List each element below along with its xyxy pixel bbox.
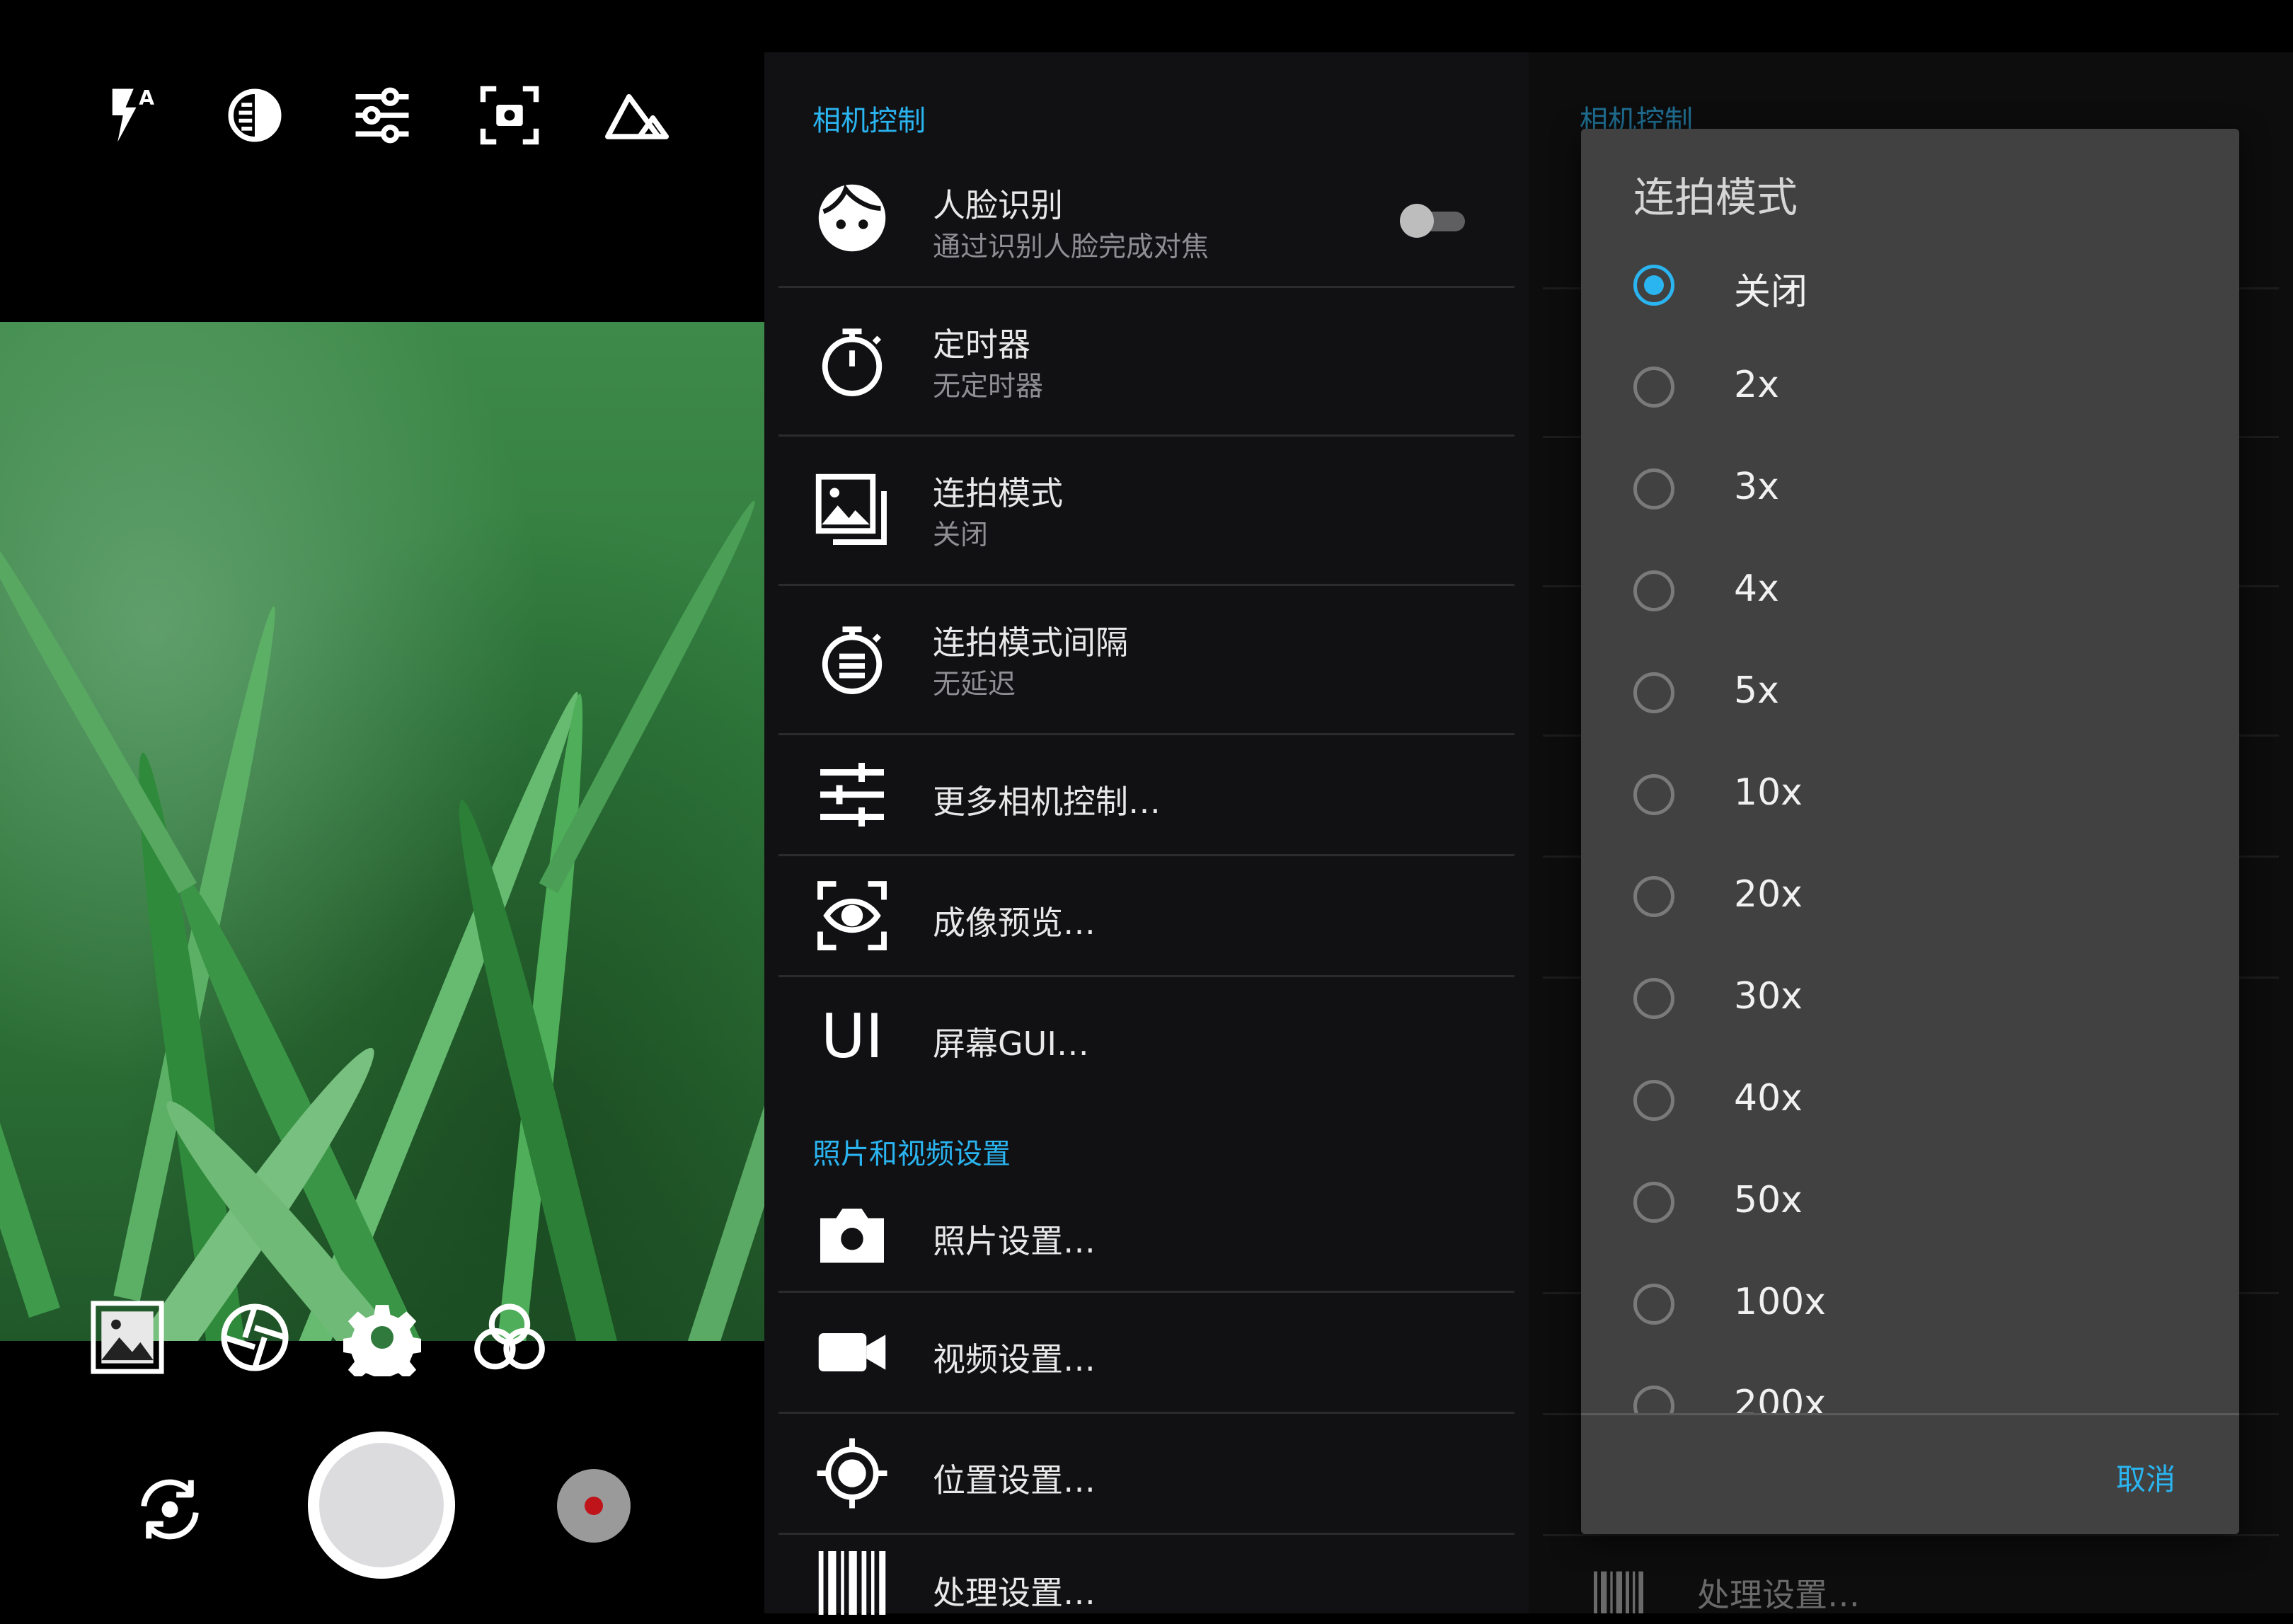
burst-option[interactable]: 20x	[1581, 846, 2239, 948]
setting-preview[interactable]: 成像预览…	[778, 856, 1515, 977]
burst-option[interactable]: 关闭	[1581, 235, 2239, 337]
setting-photo[interactable]: 照片设置…	[778, 1177, 1515, 1293]
burst-option-label: 4x	[1734, 568, 1779, 610]
burst-option-label: 20x	[1734, 873, 1803, 916]
burst-mode-dialog: 连拍模式 关闭 2x 3x 4x 5x 10x 20x 30x 40x 50x 100x 200x 取…	[1581, 129, 2239, 1534]
setting-location[interactable]: 位置设置…	[778, 1414, 1515, 1535]
setting-subtitle: 无延迟	[933, 669, 1016, 701]
burst-option[interactable]: 2x	[1581, 337, 2239, 439]
timer-icon	[814, 323, 890, 400]
burst-options-list[interactable]: 关闭 2x 3x 4x 5x 10x 20x 30x 40x 50x 100x 200x	[1581, 235, 2239, 1413]
radio-unselected-icon[interactable]	[1633, 774, 1674, 815]
face-icon	[814, 180, 890, 256]
shutter-button[interactable]	[308, 1432, 455, 1579]
adjust-sliders-icon[interactable]	[350, 83, 414, 147]
setting-title: 人脸识别	[933, 186, 1063, 224]
burst-option[interactable]: 3x	[1581, 439, 2239, 541]
dimmed-barcode-icon	[1587, 1567, 1650, 1613]
camera-viewfinder[interactable]	[0, 322, 764, 1341]
burst-option-label: 100x	[1734, 1281, 1827, 1323]
burst-icon	[814, 472, 890, 548]
shutter-aperture-icon[interactable]	[216, 1298, 294, 1376]
burst-interval-icon	[814, 621, 890, 698]
switch-camera-icon[interactable]	[131, 1470, 209, 1548]
radio-unselected-icon[interactable]	[1633, 367, 1674, 408]
setting-burst-mode[interactable]: 连拍模式 关闭	[778, 437, 1515, 586]
burst-option[interactable]: 5x	[1581, 643, 2239, 744]
setting-title: 屏幕GUI…	[933, 1025, 1089, 1063]
location-icon	[814, 1435, 890, 1511]
camera-icon	[814, 1196, 890, 1272]
radio-unselected-icon[interactable]	[1633, 876, 1674, 917]
setting-title: 照片设置…	[933, 1222, 1096, 1260]
dialog-divider	[1581, 1413, 2239, 1415]
setting-processing[interactable]: 处理设置…	[778, 1535, 1515, 1620]
setting-title: 位置设置…	[933, 1461, 1096, 1499]
setting-subtitle: 关闭	[933, 519, 989, 551]
setting-screen-gui[interactable]: UI 屏幕GUI…	[778, 977, 1515, 1096]
svg-text:A: A	[139, 86, 154, 110]
radio-unselected-icon[interactable]	[1633, 468, 1674, 509]
burst-option-label: 3x	[1734, 466, 1779, 508]
setting-title: 更多相机控制…	[933, 783, 1161, 821]
exposure-icon[interactable]	[223, 83, 287, 147]
burst-option-label: 50x	[1734, 1179, 1803, 1221]
dialog-title: 连拍模式	[1633, 173, 1798, 221]
burst-option[interactable]: 100x	[1581, 1254, 2239, 1356]
radio-unselected-icon[interactable]	[1633, 1182, 1674, 1223]
setting-title: 处理设置…	[933, 1574, 1096, 1612]
setting-title: 定时器	[933, 326, 1030, 364]
burst-option[interactable]: 50x	[1581, 1152, 2239, 1254]
radio-unselected-icon[interactable]	[1633, 672, 1674, 713]
ui-text-icon: UI	[820, 1001, 884, 1072]
flash-auto-icon[interactable]: A	[99, 83, 163, 147]
setting-face-recognition[interactable]: 人脸识别 通过识别人脸完成对焦	[778, 151, 1515, 288]
color-filters-icon[interactable]	[471, 1298, 548, 1376]
video-camera-icon	[814, 1314, 890, 1390]
burst-option[interactable]: 10x	[1581, 744, 2239, 846]
setting-title: 连拍模式	[933, 474, 1063, 512]
radio-unselected-icon[interactable]	[1633, 1386, 1674, 1413]
setting-title: 成像预览…	[933, 904, 1096, 942]
gallery-icon[interactable]	[88, 1298, 166, 1376]
dimmed-processing-label: 处理设置…	[1697, 1576, 1860, 1613]
setting-burst-interval[interactable]: 连拍模式间隔 无延迟	[778, 586, 1515, 735]
burst-option-label: 10x	[1734, 771, 1803, 814]
focus-frame-icon[interactable]	[478, 83, 541, 147]
burst-option-label: 关闭	[1734, 271, 1808, 313]
radio-selected-icon[interactable]	[1633, 265, 1674, 306]
eye-preview-icon	[814, 877, 890, 954]
setting-subtitle: 无定时器	[933, 371, 1044, 403]
section-header-camera-controls: 相机控制	[812, 105, 926, 137]
burst-option[interactable]: 40x	[1581, 1050, 2239, 1152]
setting-more-camera-controls[interactable]: 更多相机控制…	[778, 735, 1515, 856]
setting-timer[interactable]: 定时器 无定时器	[778, 288, 1515, 437]
settings-gear-icon[interactable]	[341, 1298, 423, 1386]
burst-option[interactable]: 30x	[1581, 948, 2239, 1050]
burst-option-label: 2x	[1734, 364, 1779, 406]
setting-title: 视频设置…	[933, 1340, 1096, 1378]
radio-unselected-icon[interactable]	[1633, 570, 1674, 611]
burst-option-label: 40x	[1734, 1077, 1803, 1119]
setting-video[interactable]: 视频设置…	[778, 1293, 1515, 1414]
cancel-button[interactable]: 取消	[2116, 1456, 2176, 1499]
landscape-scene-icon[interactable]	[605, 83, 669, 147]
burst-option[interactable]: 200x	[1581, 1356, 2239, 1413]
section-header-photo-video: 照片和视频设置	[812, 1138, 1011, 1170]
radio-unselected-icon[interactable]	[1633, 978, 1674, 1019]
face-recognition-toggle[interactable]	[1400, 204, 1468, 238]
burst-option-label: 200x	[1734, 1383, 1827, 1413]
sliders-icon	[814, 756, 890, 833]
burst-option-label: 30x	[1734, 975, 1803, 1018]
setting-title: 连拍模式间隔	[933, 623, 1128, 662]
setting-subtitle: 通过识别人脸完成对焦	[933, 231, 1209, 263]
camera-panel: A	[0, 0, 764, 1613]
radio-unselected-icon[interactable]	[1633, 1284, 1674, 1325]
burst-option-label: 5x	[1734, 669, 1779, 712]
burst-option[interactable]: 4x	[1581, 541, 2239, 643]
record-video-button[interactable]	[557, 1469, 631, 1543]
radio-unselected-icon[interactable]	[1633, 1080, 1674, 1121]
settings-panel: 相机控制 人脸识别 通过识别人脸完成对焦 定时器 无定时器 连拍模式 关闭 连拍…	[764, 52, 1529, 1615]
barcode-icon	[814, 1545, 890, 1621]
